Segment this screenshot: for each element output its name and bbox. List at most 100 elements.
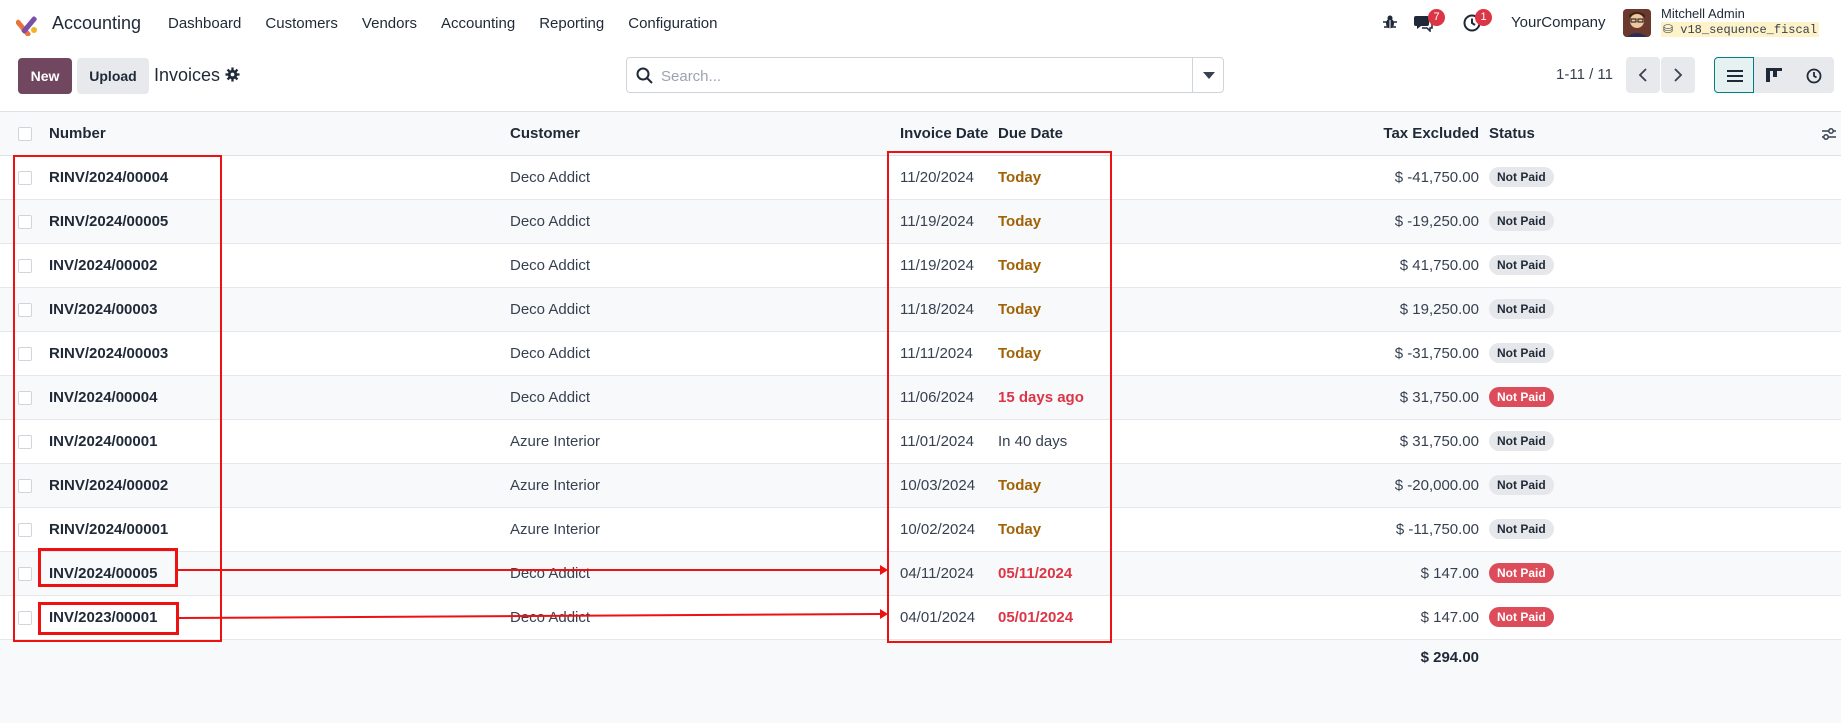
header-invoice-date[interactable]: Invoice Date bbox=[900, 125, 988, 142]
due-date: 05/11/2024 bbox=[998, 565, 1073, 582]
upload-button[interactable]: Upload bbox=[77, 58, 149, 94]
due-date: Today bbox=[998, 521, 1042, 538]
table-row[interactable]: RINV/2024/00005 Deco Addict 11/19/2024 Toda… bbox=[0, 200, 1841, 244]
invoice-number: RINV/2024/00005 bbox=[49, 213, 169, 230]
menu-item-customers[interactable]: Customers bbox=[265, 15, 338, 32]
tax-excluded-amount: $ 31,750.00 bbox=[1399, 433, 1479, 450]
company-switcher[interactable]: YourCompany bbox=[1511, 14, 1606, 31]
header-customer[interactable]: Customer bbox=[510, 125, 580, 142]
table-row[interactable]: RINV/2024/00003 Deco Addict 11/11/2024 Toda… bbox=[0, 332, 1841, 376]
messages-badge: 7 bbox=[1428, 9, 1445, 26]
table-row[interactable]: INV/2024/00001 Azure Interior 11/01/2024 In… bbox=[0, 420, 1841, 464]
clock-icon bbox=[1806, 68, 1822, 84]
due-date: Today bbox=[998, 301, 1042, 318]
invoice-number: RINV/2024/00002 bbox=[49, 477, 169, 494]
invoice-date: 11/20/2024 bbox=[900, 169, 974, 186]
row-checkbox[interactable] bbox=[18, 347, 32, 361]
invoice-date: 11/19/2024 bbox=[900, 257, 974, 274]
invoice-date: 11/06/2024 bbox=[900, 389, 974, 406]
pager-next-button[interactable] bbox=[1661, 57, 1695, 93]
row-checkbox[interactable] bbox=[18, 435, 32, 449]
customer-name: Deco Addict bbox=[510, 345, 591, 362]
table-row[interactable]: RINV/2024/00001 Azure Interior 10/02/2024 T… bbox=[0, 508, 1841, 552]
tax-excluded-amount: $ 19,250.00 bbox=[1399, 301, 1479, 318]
row-checkbox[interactable] bbox=[18, 215, 32, 229]
status-badge: Not Paid bbox=[1489, 343, 1554, 363]
status-badge: Not Paid bbox=[1489, 167, 1554, 187]
kanban-view-button[interactable] bbox=[1754, 57, 1794, 93]
due-date: In 40 days bbox=[998, 433, 1068, 450]
due-date: Today bbox=[998, 477, 1042, 494]
activity-badge: 1 bbox=[1475, 9, 1492, 26]
tax-excluded-amount: $ -19,250.00 bbox=[1394, 213, 1479, 230]
invoice-date: 11/11/2024 bbox=[900, 345, 973, 362]
tax-excluded-amount: $ 147.00 bbox=[1420, 565, 1479, 582]
due-date: Today bbox=[998, 257, 1042, 274]
customer-name: Azure Interior bbox=[510, 477, 601, 494]
user-avatar[interactable] bbox=[1623, 9, 1651, 37]
activity-view-button[interactable] bbox=[1794, 57, 1834, 93]
status-badge: Not Paid bbox=[1489, 299, 1554, 319]
status-badge: Not Paid bbox=[1489, 211, 1554, 231]
header-due-date[interactable]: Due Date bbox=[998, 125, 1063, 142]
top-navbar: Accounting Dashboard Customers Vendors A… bbox=[0, 0, 1841, 46]
pager-previous-button[interactable] bbox=[1626, 57, 1660, 93]
due-date: 15 days ago bbox=[998, 389, 1084, 406]
search-options-toggle[interactable] bbox=[1192, 58, 1223, 92]
accounting-app-icon[interactable] bbox=[16, 12, 40, 36]
pager-value[interactable]: 1-11 / 11 bbox=[1556, 66, 1613, 83]
menu-item-accounting[interactable]: Accounting bbox=[441, 15, 515, 32]
customer-name: Deco Addict bbox=[510, 565, 591, 582]
customer-name: Deco Addict bbox=[510, 609, 591, 626]
row-checkbox[interactable] bbox=[18, 567, 32, 581]
header-status[interactable]: Status bbox=[1489, 125, 1535, 142]
row-checkbox[interactable] bbox=[18, 611, 32, 625]
invoice-number: RINV/2024/00003 bbox=[49, 345, 169, 362]
invoice-date: 10/02/2024 bbox=[900, 521, 976, 538]
customer-name: Deco Addict bbox=[510, 301, 591, 318]
table-row[interactable]: RINV/2024/00002 Azure Interior 10/03/2024 T… bbox=[0, 464, 1841, 508]
invoice-number: RINV/2024/00004 bbox=[49, 169, 169, 186]
customer-name: Deco Addict bbox=[510, 169, 591, 186]
row-checkbox[interactable] bbox=[18, 259, 32, 273]
menu-item-dashboard[interactable]: Dashboard bbox=[168, 15, 241, 32]
debug-bug-icon[interactable] bbox=[1382, 14, 1398, 30]
customer-name: Azure Interior bbox=[510, 433, 601, 450]
table-row[interactable]: INV/2024/00004 Deco Addict 11/06/2024 15 da… bbox=[0, 376, 1841, 420]
gear-icon[interactable] bbox=[225, 67, 240, 82]
search-icon bbox=[636, 67, 653, 84]
chevron-right-icon bbox=[1674, 68, 1683, 82]
status-badge: Not Paid bbox=[1489, 607, 1554, 627]
user-name[interactable]: Mitchell Admin bbox=[1661, 6, 1745, 21]
invoice-number: INV/2024/00002 bbox=[49, 257, 158, 274]
list-view-button[interactable] bbox=[1714, 57, 1754, 93]
header-tax-excluded[interactable]: Tax Excluded bbox=[1383, 125, 1479, 142]
app-name[interactable]: Accounting bbox=[52, 13, 141, 34]
row-checkbox[interactable] bbox=[18, 303, 32, 317]
invoice-number: INV/2024/00003 bbox=[49, 301, 158, 318]
customer-name: Azure Interior bbox=[510, 521, 601, 538]
customer-name: Deco Addict bbox=[510, 257, 591, 274]
tax-excluded-amount: $ -41,750.00 bbox=[1394, 169, 1479, 186]
row-checkbox[interactable] bbox=[18, 391, 32, 405]
row-checkbox[interactable] bbox=[18, 171, 32, 185]
menu-item-reporting[interactable]: Reporting bbox=[539, 15, 604, 32]
menu-item-configuration[interactable]: Configuration bbox=[628, 15, 717, 32]
table-row[interactable]: INV/2024/00005 Deco Addict 04/11/2024 05/11… bbox=[0, 552, 1841, 596]
search-input[interactable] bbox=[661, 66, 1161, 86]
menu-item-vendors[interactable]: Vendors bbox=[362, 15, 417, 32]
table-row[interactable]: INV/2024/00003 Deco Addict 11/18/2024 Today… bbox=[0, 288, 1841, 332]
header-number[interactable]: Number bbox=[49, 125, 106, 142]
row-checkbox[interactable] bbox=[18, 523, 32, 537]
table-row[interactable]: INV/2023/00001 Deco Addict 04/01/2024 05/01… bbox=[0, 596, 1841, 640]
column-settings-icon[interactable] bbox=[1821, 126, 1837, 142]
row-checkbox[interactable] bbox=[18, 479, 32, 493]
select-all-checkbox[interactable] bbox=[18, 127, 32, 141]
table-row[interactable]: INV/2024/00002 Deco Addict 11/19/2024 Today… bbox=[0, 244, 1841, 288]
invoice-date: 04/01/2024 bbox=[900, 609, 976, 626]
due-date: 05/01/2024 bbox=[998, 609, 1074, 626]
invoice-date: 10/03/2024 bbox=[900, 477, 976, 494]
tax-excluded-amount: $ 41,750.00 bbox=[1399, 257, 1479, 274]
table-row[interactable]: RINV/2024/00004 Deco Addict 11/20/2024 Toda… bbox=[0, 156, 1841, 200]
new-button[interactable]: New bbox=[18, 58, 72, 94]
